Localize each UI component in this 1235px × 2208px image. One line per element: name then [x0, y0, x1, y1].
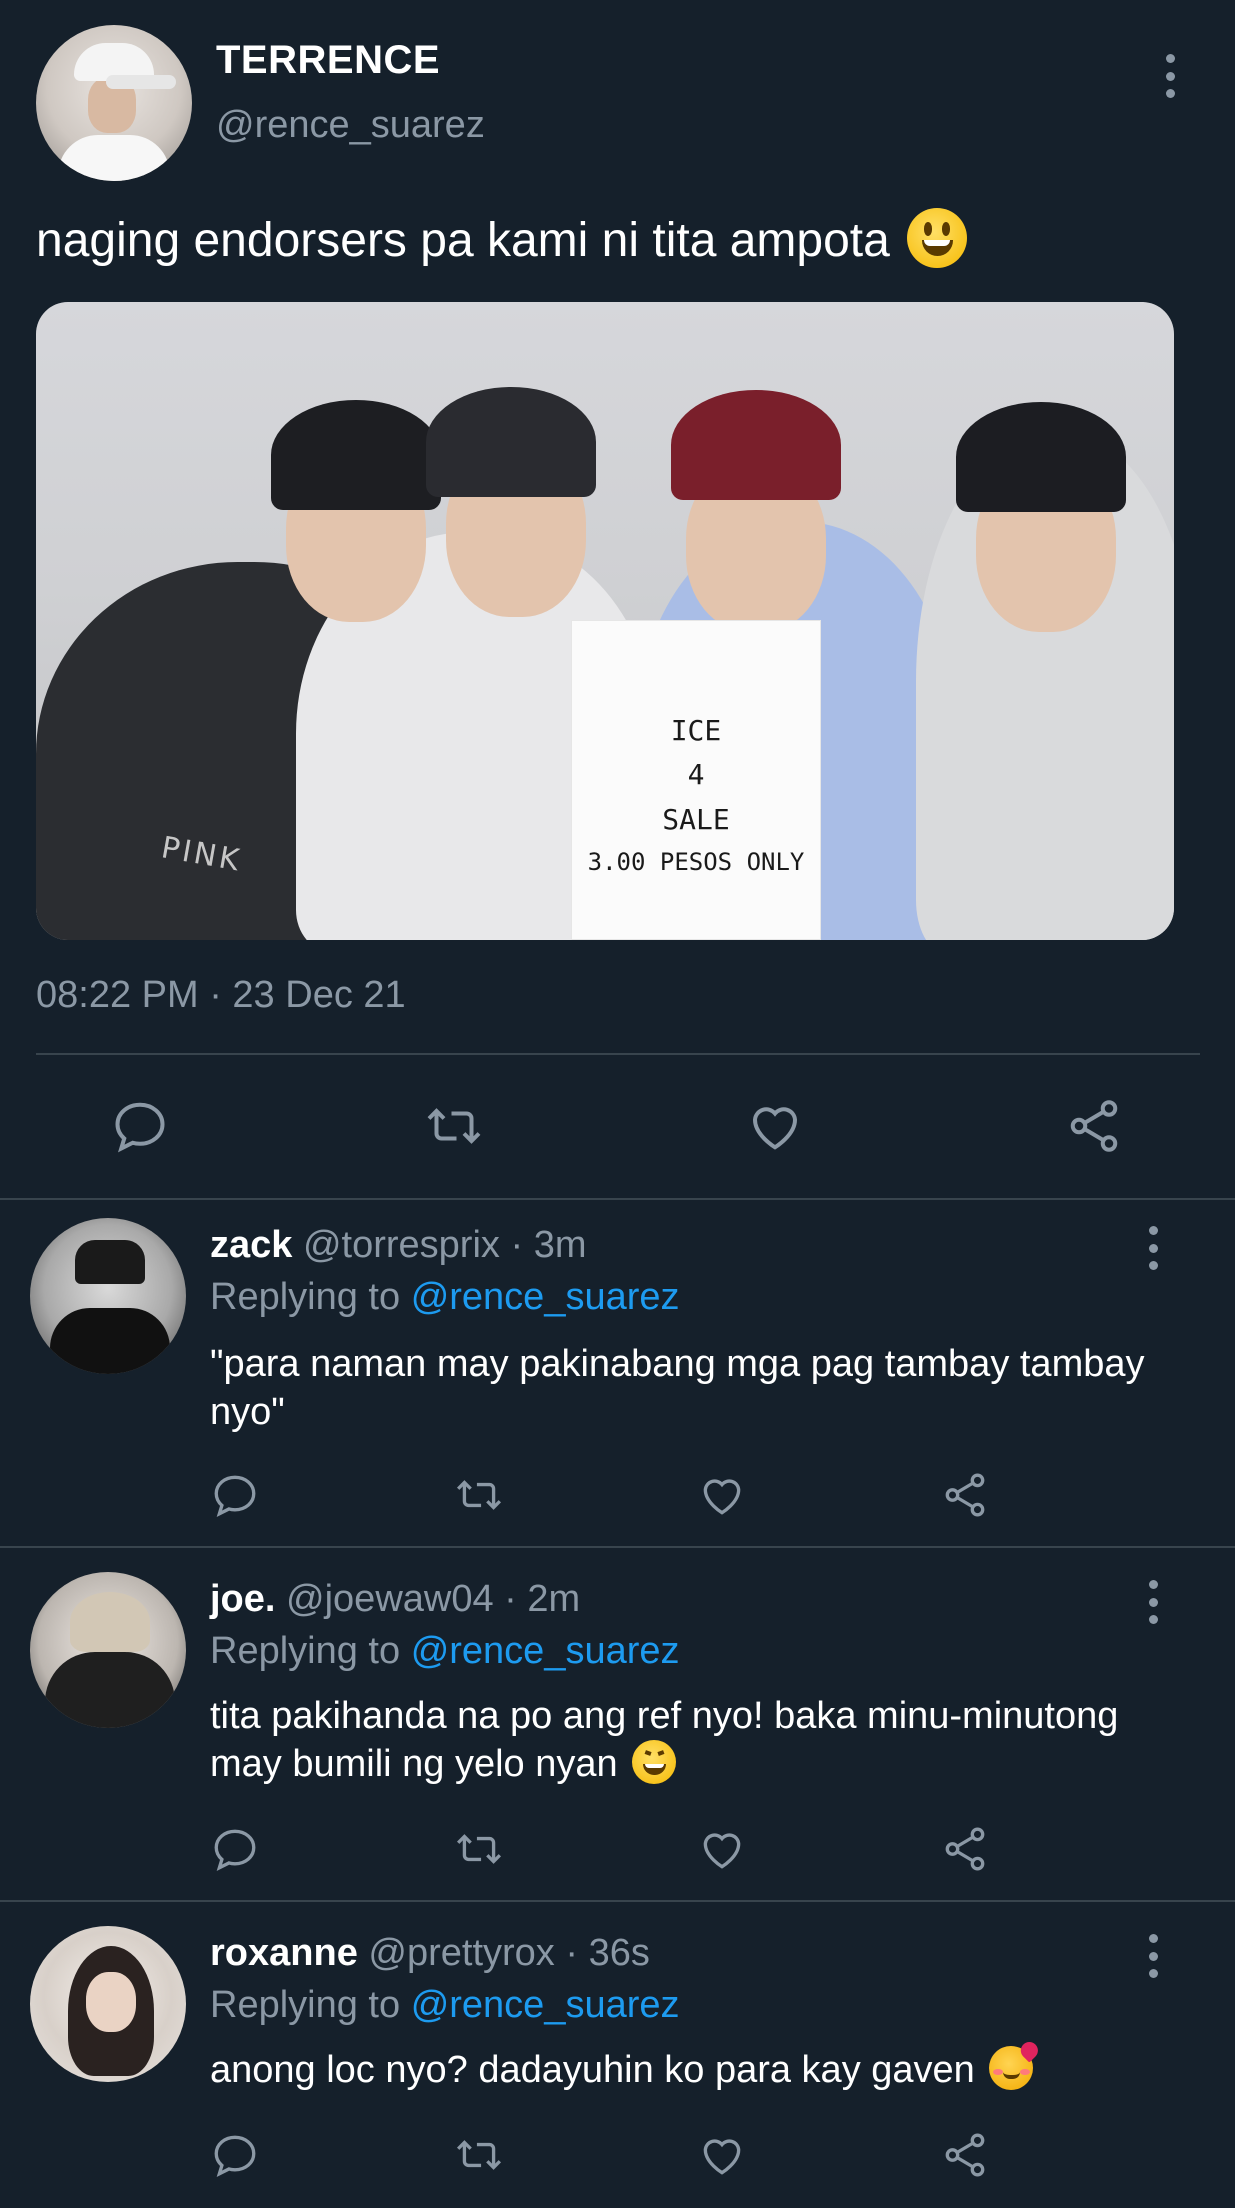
like-icon[interactable]	[697, 2130, 747, 2180]
more-options-icon[interactable]	[1147, 1934, 1159, 1978]
reply-header: joe. @joewaw04 · 2m	[210, 1578, 581, 1620]
author-handle[interactable]: @rence_suarez	[216, 104, 485, 147]
sign-line: ICE	[670, 713, 722, 747]
reply-time[interactable]: 3m	[534, 1224, 587, 1266]
reply-time[interactable]: 36s	[589, 1932, 650, 1974]
retweet-icon[interactable]	[424, 1096, 484, 1156]
more-options-icon[interactable]	[1147, 1226, 1159, 1270]
mention-link[interactable]: @rence_suarez	[411, 1630, 680, 1672]
like-icon[interactable]	[697, 1824, 747, 1874]
handwritten-sign: ICE 4 SALE 3.00 PESOS ONLY	[571, 620, 821, 940]
reply-author-handle[interactable]: @joewaw04	[286, 1578, 494, 1620]
mention-link[interactable]: @rence_suarez	[411, 1276, 680, 1318]
reply-icon[interactable]	[210, 1470, 260, 1520]
reply-author-name[interactable]: joe.	[210, 1578, 275, 1620]
tweet-photo[interactable]: PINK ICE 4 SALE 3.00 PESOS ONLY	[36, 302, 1174, 940]
like-icon[interactable]	[745, 1096, 805, 1156]
author-avatar[interactable]	[36, 25, 192, 181]
reply-header: zack @torresprix · 3m	[210, 1224, 587, 1266]
sign-line: 3.00 PESOS ONLY	[587, 848, 805, 876]
reply-icon[interactable]	[210, 2130, 260, 2180]
replying-label: Replying to	[210, 1276, 401, 1318]
grinning-squinting-face-emoji	[632, 1740, 677, 1784]
reply-author-handle[interactable]: @torresprix	[303, 1224, 500, 1266]
replying-to: Replying to @rence_suarez	[210, 1276, 680, 1319]
replying-to: Replying to @rence_suarez	[210, 1630, 680, 1673]
sign-line: SALE	[662, 803, 730, 837]
reply-avatar[interactable]	[30, 1218, 186, 1374]
replying-label: Replying to	[210, 1630, 401, 1672]
reply-avatar[interactable]	[30, 1926, 186, 2082]
reply-avatar[interactable]	[30, 1572, 186, 1728]
reply-author-name[interactable]: roxanne	[210, 1932, 358, 1974]
reply-author-handle[interactable]: @prettyrox	[368, 1932, 554, 1974]
reply-tweet[interactable]: roxanne @prettyrox · 36s Replying to @re…	[0, 1902, 1235, 2208]
reply-icon[interactable]	[210, 1824, 260, 1874]
more-options-icon[interactable]	[1164, 54, 1176, 98]
author-name[interactable]: TERRENCE	[216, 38, 440, 83]
share-icon[interactable]	[940, 1470, 990, 1520]
main-tweet: TERRENCE @rence_suarez naging endorsers …	[0, 0, 1235, 1199]
replying-to: Replying to @rence_suarez	[210, 1984, 680, 2027]
grinning-face-emoji	[907, 208, 968, 268]
tweet-thread-page: TERRENCE @rence_suarez naging endorsers …	[0, 0, 1235, 2208]
tweet-text-content: naging endorsers pa kami ni tita ampota	[36, 214, 890, 267]
reply-tweet[interactable]: joe. @joewaw04 · 2m Replying to @rence_s…	[0, 1548, 1235, 1900]
mention-link[interactable]: @rence_suarez	[411, 1984, 680, 2026]
reply-text: anong loc nyo? dadayuhin ko para kay gav…	[210, 2049, 975, 2091]
retweet-icon[interactable]	[454, 1470, 504, 1520]
retweet-icon[interactable]	[454, 2130, 504, 2180]
like-icon[interactable]	[697, 1470, 747, 1520]
reply-author-name[interactable]: zack	[210, 1224, 292, 1266]
share-icon[interactable]	[940, 2130, 990, 2180]
share-icon[interactable]	[1064, 1096, 1124, 1156]
reply-time[interactable]: 2m	[527, 1578, 580, 1620]
sign-line: 4	[687, 758, 705, 792]
reply-icon[interactable]	[110, 1096, 170, 1156]
divider	[36, 1053, 1200, 1055]
replying-label: Replying to	[210, 1984, 401, 2026]
more-options-icon[interactable]	[1147, 1580, 1159, 1624]
tweet-timestamp[interactable]: 08:22 PM · 23 Dec 21	[36, 974, 406, 1017]
smiling-face-with-hearts-emoji	[989, 2039, 1042, 2090]
reply-text: "para naman may pakinabang mga pag tamba…	[210, 1343, 1145, 1433]
reply-text-block: tita pakihanda na po ang ref nyo! baka m…	[210, 1692, 1170, 1788]
reply-tweet[interactable]: zack @torresprix · 3m Replying to @rence…	[0, 1200, 1235, 1544]
tweet-text: naging endorsers pa kami ni tita ampota	[36, 208, 968, 270]
share-icon[interactable]	[940, 1824, 990, 1874]
retweet-icon[interactable]	[454, 1824, 504, 1874]
reply-text-block: anong loc nyo? dadayuhin ko para kay gav…	[210, 2039, 1170, 2094]
reply-header: roxanne @prettyrox · 36s	[210, 1932, 650, 1974]
